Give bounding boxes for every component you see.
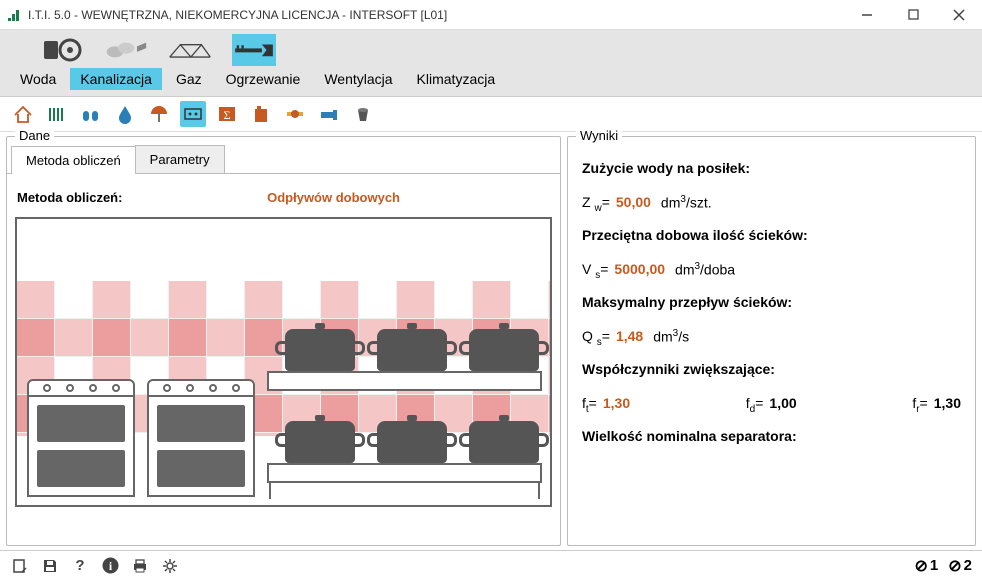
wyniki-panel: Wyniki Zużycie wody na posiłek: Z w= 50,… [567, 136, 976, 546]
method-label: Metoda obliczeń: [17, 190, 122, 205]
minimize-button[interactable] [844, 0, 890, 29]
maximize-button[interactable] [890, 0, 936, 29]
close-button[interactable] [936, 0, 982, 29]
status-indicator-1: ⊘1 [915, 556, 939, 576]
heading-przecietna: Przeciętna dobowa ilość ścieków: [582, 226, 961, 246]
toolbar: Σ [0, 97, 982, 132]
value-fr: 1,30 [934, 394, 961, 414]
tool-grate-icon[interactable] [44, 101, 70, 127]
kitchen-illustration [15, 217, 552, 507]
nav-icon-truss[interactable] [168, 34, 212, 66]
value-zw: 50,00 [616, 193, 651, 213]
status-info-icon[interactable]: i [100, 556, 120, 576]
nav-icon-pipes[interactable] [104, 34, 148, 66]
statusbar: ? i ⊘1 ⊘2 [0, 550, 982, 580]
nav-item-ogrzewanie[interactable]: Ogrzewanie [216, 68, 311, 90]
heading-zuzycie: Zużycie wody na posiłek: [582, 159, 961, 179]
nav-item-gaz[interactable]: Gaz [166, 68, 212, 90]
status-indicator-2: ⊘2 [948, 556, 972, 576]
status-save-icon[interactable] [40, 556, 60, 576]
nav-item-klimatyzacja[interactable]: Klimatyzacja [407, 68, 506, 90]
heading-maks: Maksymalny przepływ ścieków: [582, 293, 961, 313]
value-vs: 5000,00 [614, 260, 665, 280]
row-zuzycie: Z w= 50,00 dm3/szt. [582, 193, 961, 216]
heading-wspol: Współczynniki zwiększające: [582, 360, 961, 380]
tool-pipe-icon[interactable] [316, 101, 342, 127]
status-settings-icon[interactable] [160, 556, 180, 576]
row-przecietna: V s= 5000,00 dm3/doba [582, 260, 961, 283]
titlebar: I.T.I. 5.0 - WEWNĘTRZNA, NIEKOMERCYJNA L… [0, 0, 982, 30]
app-icon [6, 7, 22, 23]
tool-canister-icon[interactable] [248, 101, 274, 127]
tool-drop-icon[interactable] [112, 101, 138, 127]
row-maks: Q s= 1,48 dm3/s [582, 327, 961, 350]
tool-sigma-icon[interactable]: Σ [214, 101, 240, 127]
tool-valve-icon[interactable] [282, 101, 308, 127]
nav-item-wentylacja[interactable]: Wentylacja [314, 68, 402, 90]
dane-title: Dane [15, 128, 54, 143]
status-help-icon[interactable]: ? [70, 556, 90, 576]
svg-text:Σ: Σ [224, 108, 231, 122]
status-print-icon[interactable] [130, 556, 150, 576]
nav-icon-wrench[interactable] [232, 34, 276, 66]
tab-parametry[interactable]: Parametry [135, 145, 225, 173]
window-title: I.T.I. 5.0 - WEWNĘTRZNA, NIEKOMERCYJNA L… [28, 8, 844, 22]
tool-house-icon[interactable] [10, 101, 36, 127]
nav-item-woda[interactable]: Woda [10, 68, 66, 90]
nav-icon-meter[interactable] [40, 34, 84, 66]
value-ft: 1,30 [603, 394, 630, 414]
tool-umbrella-icon[interactable] [146, 101, 172, 127]
tool-bin-icon[interactable] [350, 101, 376, 127]
tool-separator-icon[interactable] [180, 101, 206, 127]
status-open-icon[interactable] [10, 556, 30, 576]
value-qs: 1,48 [616, 327, 643, 347]
tab-metoda[interactable]: Metoda obliczeń [11, 146, 136, 174]
value-fd: 1,00 [769, 394, 796, 414]
dane-panel: Dane Metoda obliczeń Parametry Metoda ob… [6, 136, 561, 546]
tool-tanks-icon[interactable] [78, 101, 104, 127]
method-value: Odpływów dobowych [267, 190, 550, 205]
heading-wielkosc: Wielkość nominalna separatora: [582, 427, 961, 447]
main-nav: Woda Kanalizacja Gaz Ogrzewanie Wentylac… [0, 30, 982, 97]
wyniki-title: Wyniki [576, 128, 622, 143]
row-wspol: ft=1,30 fd=1,00 fr=1,30 [582, 394, 961, 417]
nav-item-kanalizacja[interactable]: Kanalizacja [70, 68, 162, 90]
